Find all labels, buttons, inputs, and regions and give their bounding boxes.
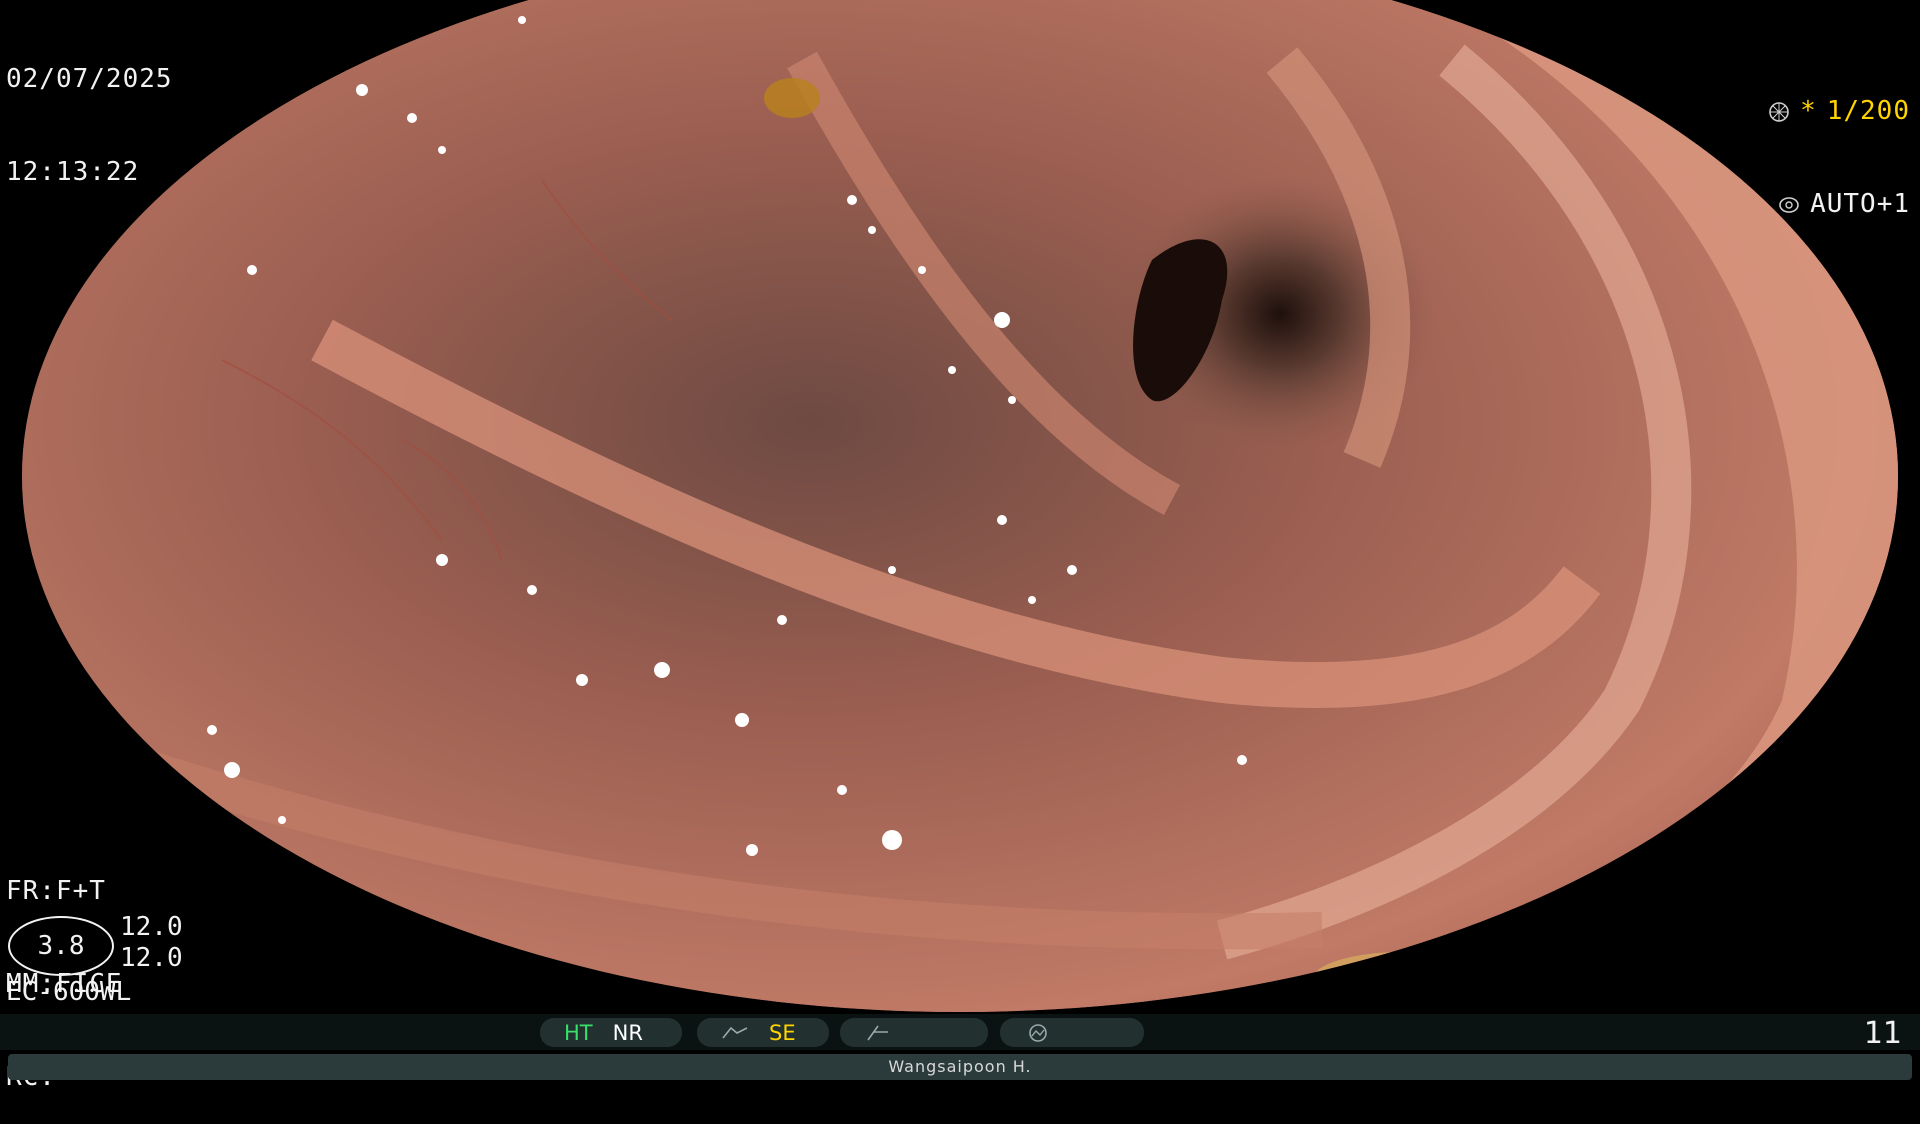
image-counter: 11 [1863, 1016, 1902, 1051]
shutter-icon [1769, 101, 1789, 122]
value-2: 12.0 [120, 943, 183, 973]
se-indicator: SE [697, 1018, 829, 1047]
iris-icon [1779, 196, 1799, 213]
value-1: 12.0 [120, 912, 183, 942]
ring-value-display: 3.8 [8, 916, 114, 976]
scope-model: EC-600WL [6, 977, 132, 1007]
time-text: 12:13:22 [6, 157, 140, 187]
se-label: SE [769, 1020, 796, 1045]
se-curve-icon [722, 1026, 748, 1038]
date-text: 02/07/2025 [6, 64, 173, 94]
color-icon [1029, 1023, 1047, 1042]
operator-name: Wangsaipoon H. [8, 1054, 1912, 1080]
camera-settings: * 1/200 AUTO+1 [1768, 34, 1910, 251]
ht-label: HT [564, 1020, 593, 1045]
ring-values: 12.0 12.0 [120, 912, 183, 974]
fr-setting: FR:F+T [6, 876, 106, 906]
iris-mode: AUTO+1 [1810, 189, 1910, 219]
ht-nr-indicator: HT NR [540, 1018, 682, 1047]
ring-value: 3.8 [37, 931, 85, 961]
nr-curve-indicator [840, 1018, 988, 1047]
shutter-prefix: * [1800, 96, 1817, 126]
colon-lumen-image [22, 0, 1898, 1012]
endoscopic-view [22, 0, 1898, 1012]
color-indicator [1000, 1018, 1144, 1047]
nr-curve-icon [867, 1025, 888, 1040]
date-time-display: 02/07/2025 12:13:22 [6, 2, 173, 219]
nr-label: NR [612, 1020, 643, 1045]
shutter-speed: 1/200 [1826, 96, 1910, 126]
